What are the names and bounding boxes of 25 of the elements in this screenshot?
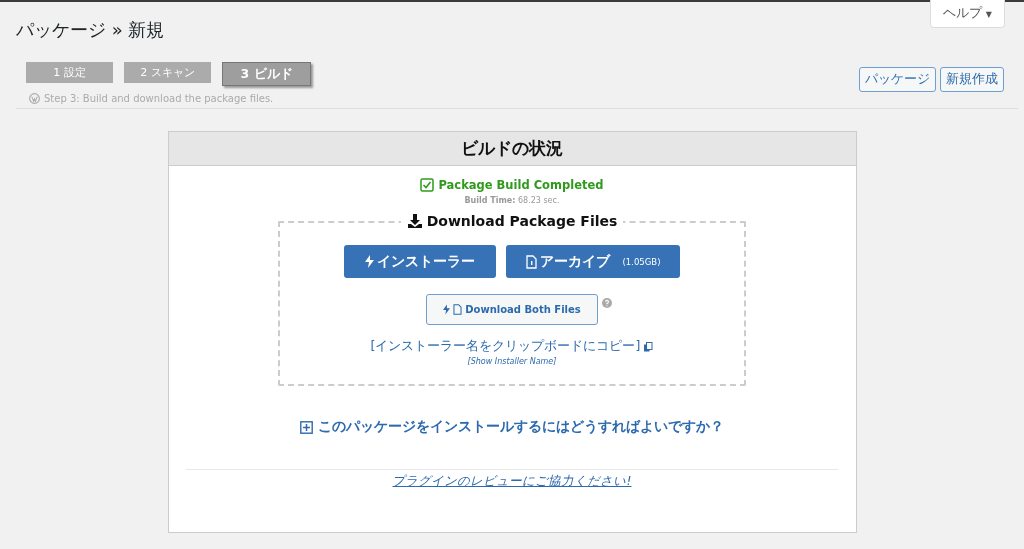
copy-name-link[interactable]: [インストーラー名をクリップボードにコピー] — [370, 338, 641, 355]
howto-link[interactable]: このパッケージをインストールするにはどうすればよいですか？ — [318, 418, 724, 436]
bolt-icon — [443, 304, 451, 315]
status-text: Package Build Completed — [438, 178, 604, 192]
page-title: パッケージ » 新規 — [16, 18, 165, 42]
wordpress-icon — [29, 93, 40, 104]
panel-title: ビルドの状況 — [461, 137, 563, 160]
bolt-icon — [364, 255, 374, 268]
file-icon — [525, 254, 537, 269]
show-installer-link[interactable]: [Show Installer Name] — [467, 357, 557, 366]
checkbox-icon — [420, 178, 435, 192]
file-icon — [453, 304, 463, 315]
build-time: Build Time: 68.23 sec. — [464, 196, 560, 205]
review-link[interactable]: プラグインのレビューにご協力ください! — [392, 473, 632, 490]
step-caption: Step 3: Build and download the package files. — [44, 93, 274, 104]
help-button[interactable]: ヘルプ ▼ — [929, 0, 1005, 28]
download-both-button[interactable]: Download Both Files — [426, 294, 598, 325]
action-button[interactable]: パッケージ — [859, 67, 936, 92]
download-title: Download Package Files — [426, 213, 618, 229]
installer-button[interactable]: インストーラー — [343, 245, 496, 278]
action-button[interactable]: 新規作成 — [940, 67, 1004, 92]
download-icon — [406, 213, 423, 229]
copy-icon[interactable] — [643, 341, 654, 352]
archive-button[interactable]: アーカイブ (1.05GB) — [505, 245, 681, 278]
expand-icon[interactable] — [300, 420, 313, 434]
